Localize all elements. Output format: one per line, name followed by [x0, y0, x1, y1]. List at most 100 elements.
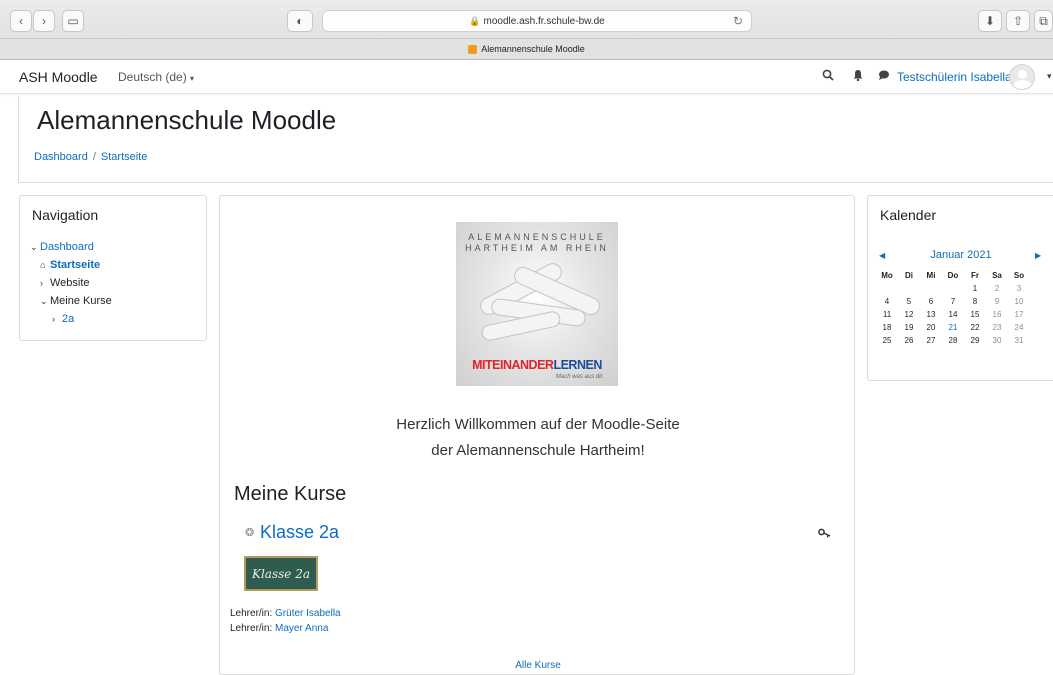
top-navbar: ASH Moodle Deutsch (de) ▾ Testschülerin … [0, 60, 1053, 94]
privacy-shield-icon[interactable]: ◐ [287, 10, 313, 32]
calendar-week-row: 123 [876, 282, 1030, 295]
calendar-day[interactable]: 26 [898, 334, 920, 347]
calendar-day[interactable]: 25 [876, 334, 898, 347]
user-menu-name[interactable]: Testschülerin Isabella [897, 70, 1012, 84]
calendar-day[interactable]: 10 [1008, 295, 1030, 308]
calendar-day[interactable]: 21 [942, 321, 964, 334]
calendar-day[interactable]: 17 [1008, 308, 1030, 321]
breadcrumb-dashboard[interactable]: Dashboard [34, 151, 88, 163]
calendar-empty-cell [920, 282, 942, 295]
all-courses-link[interactable]: Alle Kurse [220, 660, 856, 671]
calendar-day[interactable]: 30 [986, 334, 1008, 347]
calendar-day[interactable]: 1 [964, 282, 986, 295]
calendar-day[interactable]: 13 [920, 308, 942, 321]
calendar-day[interactable]: 20 [920, 321, 942, 334]
calendar-day[interactable]: 23 [986, 321, 1008, 334]
address-bar[interactable]: 🔒 moodle.ash.fr.schule-bw.de ↻ [322, 10, 752, 32]
calendar-day[interactable]: 31 [1008, 334, 1030, 347]
chevron-right-icon: › [52, 314, 55, 324]
search-icon[interactable] [822, 69, 834, 84]
calendar-day[interactable]: 27 [920, 334, 942, 347]
teacher-link[interactable]: Mayer Anna [275, 623, 328, 634]
nav-item-meine-kurse[interactable]: ⌄ Meine Kurse [30, 292, 112, 310]
calendar-weekday: Di [905, 271, 913, 280]
download-icon[interactable]: ⬇ [978, 10, 1002, 32]
calendar-day[interactable]: 2 [986, 282, 1008, 295]
calendar-month[interactable]: Januar 2021 [868, 249, 1053, 261]
share-icon[interactable]: ⇧ [1006, 10, 1030, 32]
nav-item-dashboard[interactable]: ⌄ Dashboard [30, 238, 112, 256]
page-header: Alemannenschule Moodle Dashboard / Startse… [18, 96, 1053, 183]
address-bar-url: moodle.ash.fr.schule-bw.de [483, 15, 605, 27]
calendar-day[interactable]: 9 [986, 295, 1008, 308]
teacher-link[interactable]: Grüter Isabella [275, 608, 341, 619]
school-logo: ALEMANNENSCHULE HARTHEIM AM RHEIN MITEIN… [456, 222, 618, 386]
chat-bubble-icon[interactable] [878, 69, 890, 84]
calendar-day[interactable]: 4 [876, 295, 898, 308]
breadcrumb-startseite[interactable]: Startseite [101, 151, 147, 163]
calendar-day[interactable]: 11 [876, 308, 898, 321]
nav-item-website[interactable]: › Website [30, 274, 112, 292]
nav-item-label: Meine Kurse [50, 295, 112, 307]
calendar-day[interactable]: 18 [876, 321, 898, 334]
breadcrumb: Dashboard / Startseite [34, 151, 147, 163]
calendar-weekday: So [1013, 271, 1025, 280]
calendar-day[interactable]: 15 [964, 308, 986, 321]
key-icon [818, 527, 831, 541]
avatar[interactable] [1009, 64, 1035, 90]
home-icon: ⌂ [40, 260, 46, 270]
breadcrumb-separator: / [92, 151, 96, 163]
calendar-day[interactable]: 29 [964, 334, 986, 347]
calendar-block: Kalender ◀ Januar 2021 ▶ Mo Di Mi Do Fr Sa So … [867, 195, 1053, 381]
welcome-line-2: der Alemannenschule Hartheim! [431, 442, 645, 459]
nav-item-label: 2a [62, 313, 75, 325]
calendar-day[interactable]: 14 [942, 308, 964, 321]
calendar-day[interactable]: 12 [898, 308, 920, 321]
logo-slogan: MITEINANDERLERNEN [472, 358, 602, 372]
page-title: Alemannenschule Moodle [37, 105, 337, 135]
tabs-overview-icon[interactable]: ⧉ [1034, 10, 1053, 32]
course-image[interactable]: Klasse 2a [244, 556, 318, 591]
welcome-line-1: Herzlich Willkommen auf der Moodle-Seite [396, 416, 680, 433]
calendar-week-row: 25 26 27 28 29 30 31 [876, 334, 1030, 347]
chevron-down-icon[interactable]: ▾ [1047, 71, 1052, 82]
calendar-week-row: 18 19 20 21 22 23 24 [876, 321, 1030, 334]
calendar-day[interactable]: 8 [964, 295, 986, 308]
language-menu[interactable]: Deutsch (de) ▾ [118, 70, 194, 84]
calendar-day[interactable]: 3 [1008, 282, 1030, 295]
tab-strip: Alemannenschule Moodle [0, 38, 1053, 59]
calendar-day[interactable]: 22 [964, 321, 986, 334]
chevron-right-icon: › [40, 278, 43, 288]
bell-icon[interactable] [853, 69, 863, 84]
next-month-icon[interactable]: ▶ [1035, 251, 1041, 260]
navigation-block: Navigation ⌄ Dashboard ⌂ Startseite › Websi… [19, 195, 207, 341]
chevron-down-icon: ⌄ [30, 242, 38, 252]
main-region: ALEMANNENSCHULE HARTHEIM AM RHEIN MITEIN… [219, 195, 855, 675]
calendar-weekday: Do [947, 271, 959, 280]
calendar-grid: Mo Di Mi Do Fr Sa So 1 2 3 4 5 6 7 8 9 10 11 12 13 14 15 16 17… [876, 269, 1030, 347]
calendar-day[interactable]: 5 [898, 295, 920, 308]
nav-item-label: Startseite [50, 259, 101, 271]
sidebar-toggle-button[interactable]: ▭ [62, 10, 84, 32]
reload-icon[interactable]: ↻ [733, 14, 743, 28]
course-link[interactable]: Klasse 2a [260, 522, 339, 543]
nav-item-2a[interactable]: › 2a [30, 310, 112, 328]
calendar-weekday: Sa [992, 271, 1002, 280]
calendar-day[interactable]: 24 [1008, 321, 1030, 334]
browser-tab[interactable]: Alemannenschule Moodle [0, 38, 1053, 59]
calendar-empty-cell [942, 282, 964, 295]
calendar-day[interactable]: 7 [942, 295, 964, 308]
calendar-weekday: Mo [881, 271, 893, 280]
forward-button[interactable]: › [33, 10, 55, 32]
calendar-day[interactable]: 28 [942, 334, 964, 347]
calendar-day[interactable]: 6 [920, 295, 942, 308]
favicon-icon [468, 44, 478, 54]
nav-item-startseite[interactable]: ⌂ Startseite [30, 256, 112, 274]
site-brand[interactable]: ASH Moodle [19, 69, 98, 85]
chevron-down-icon: ⌄ [40, 296, 48, 306]
calendar-weekday: Fr [971, 271, 979, 280]
lock-icon: 🔒 [469, 15, 481, 26]
calendar-day[interactable]: 19 [898, 321, 920, 334]
back-button[interactable]: ‹ [10, 10, 32, 32]
calendar-day[interactable]: 16 [986, 308, 1008, 321]
